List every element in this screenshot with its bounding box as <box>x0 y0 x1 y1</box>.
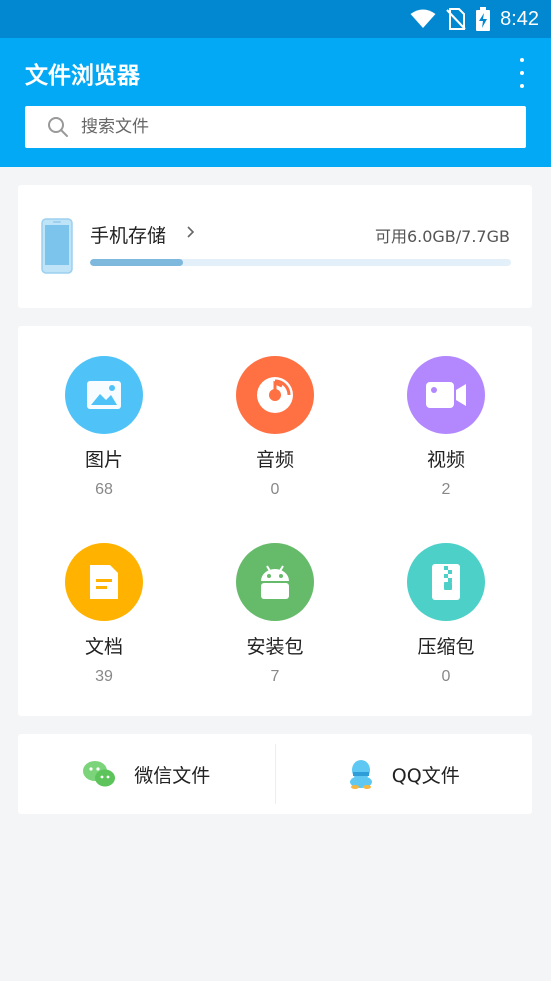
archives-circle <box>407 543 485 621</box>
phone-icon <box>41 218 73 274</box>
app-title: 文件浏览器 <box>25 63 140 89</box>
quick-access-card: 微信文件 QQ文件 <box>18 734 532 814</box>
category-count: 7 <box>270 668 280 685</box>
battery-charging-icon <box>476 7 491 31</box>
phone-storage-card[interactable]: 手机存储 可用6.0GB/7.7GB <box>18 185 532 308</box>
document-icon <box>90 565 118 599</box>
category-count: 2 <box>441 481 451 498</box>
category-label: 视频 <box>426 449 465 471</box>
qq-icon <box>349 760 372 789</box>
status-bar: 8:42 <box>0 0 551 38</box>
status-time: 8:42 <box>500 7 539 30</box>
zip-icon <box>432 564 460 600</box>
category-audio[interactable]: 音频 0 <box>205 356 345 499</box>
wechat-icon <box>83 761 116 787</box>
qq-files-button[interactable]: QQ文件 <box>276 734 533 814</box>
android-icon <box>261 565 289 599</box>
storage-title: 手机存储 <box>90 225 167 247</box>
video-camera-icon <box>426 382 466 408</box>
category-count: 39 <box>95 668 113 685</box>
search-input[interactable] <box>81 117 481 137</box>
search-icon <box>48 117 68 137</box>
wechat-files-button[interactable]: 微信文件 <box>18 734 275 814</box>
chevron-right-icon <box>187 226 195 238</box>
images-circle <box>65 356 143 434</box>
category-label: 文档 <box>84 636 123 658</box>
category-count: 68 <box>95 481 113 498</box>
more-menu-icon[interactable] <box>515 58 529 88</box>
category-grid: 图片 68 音频 0 视频 2 文档 39 安装包 7 压缩包 0 <box>18 326 532 716</box>
documents-circle <box>65 543 143 621</box>
qq-files-label: QQ文件 <box>391 764 460 787</box>
wifi-icon <box>410 9 436 28</box>
category-apk[interactable]: 安装包 7 <box>205 543 345 686</box>
storage-available-text: 可用6.0GB/7.7GB <box>374 227 510 246</box>
search-box[interactable] <box>25 106 526 148</box>
category-video[interactable]: 视频 2 <box>376 356 516 499</box>
app-bar: 文件浏览器 <box>0 38 551 167</box>
storage-progress-bar <box>90 259 511 266</box>
audio-circle <box>236 356 314 434</box>
storage-progress-fill <box>90 259 183 266</box>
category-label: 图片 <box>84 449 123 471</box>
wechat-files-label: 微信文件 <box>134 764 211 787</box>
category-documents[interactable]: 文档 39 <box>34 543 174 686</box>
category-archives[interactable]: 压缩包 0 <box>376 543 516 686</box>
category-label: 音频 <box>255 449 294 471</box>
apk-circle <box>236 543 314 621</box>
no-sim-icon <box>446 8 466 30</box>
category-count: 0 <box>441 668 451 685</box>
video-circle <box>407 356 485 434</box>
category-label: 压缩包 <box>417 636 475 658</box>
category-count: 0 <box>270 481 280 498</box>
category-images[interactable]: 图片 68 <box>34 356 174 499</box>
music-disc-icon <box>257 377 293 413</box>
category-label: 安装包 <box>246 636 304 658</box>
image-icon <box>87 381 121 409</box>
